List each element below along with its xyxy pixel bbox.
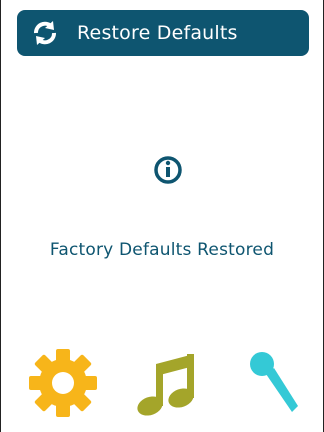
page-title: Restore Defaults [77, 22, 238, 44]
status-message: Factory Defaults Restored [49, 240, 275, 260]
info-icon [154, 156, 182, 184]
header-bar: Restore Defaults [17, 10, 309, 56]
gear-icon[interactable] [26, 346, 100, 420]
music-note-icon[interactable] [134, 350, 196, 416]
microphone-icon[interactable] [248, 350, 302, 414]
refresh-icon[interactable] [31, 19, 59, 47]
